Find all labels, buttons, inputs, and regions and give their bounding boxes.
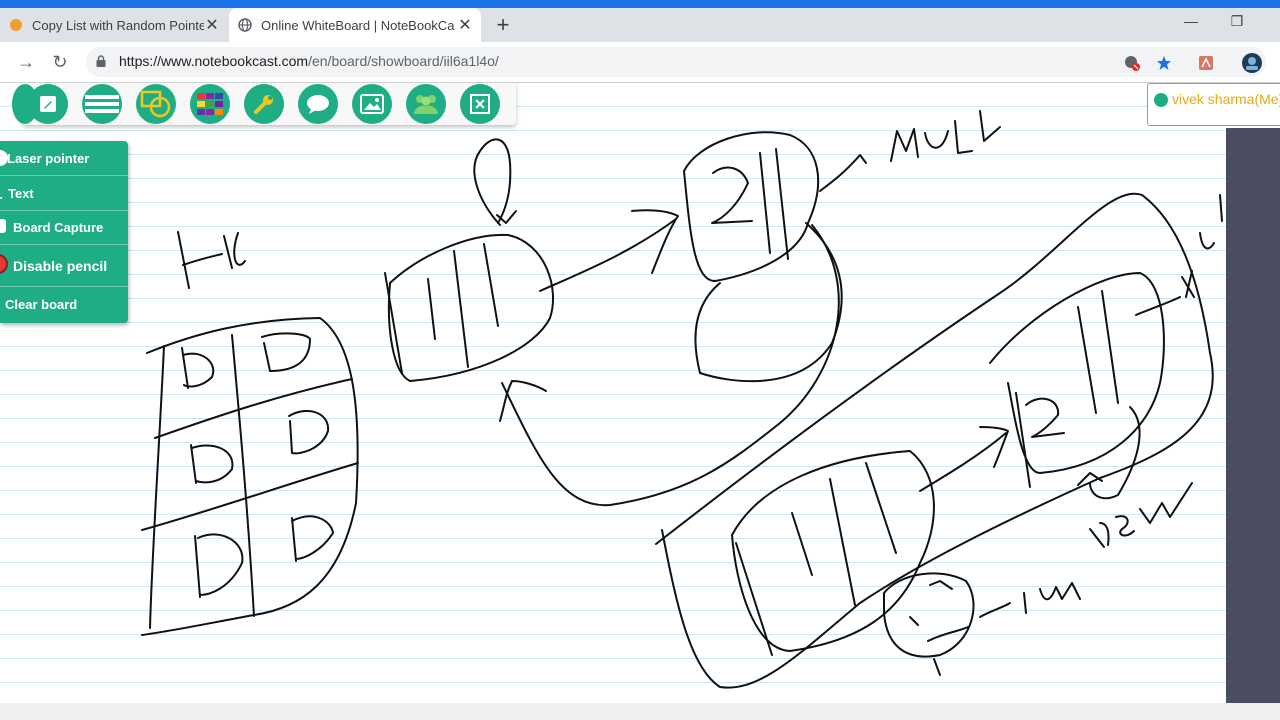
url-path: /en/board/showboard/iil6a1l4o/ <box>308 53 499 69</box>
tab-favicon-icon <box>8 17 24 33</box>
whiteboard-page: Laser pointer Text Board Capture Disable… <box>0 83 1280 703</box>
profile-avatar-icon[interactable] <box>1242 53 1262 73</box>
right-side-panel <box>1226 128 1280 703</box>
image-icon <box>360 94 384 114</box>
forward-icon[interactable]: → <box>14 50 38 74</box>
chat-tool-button[interactable] <box>298 84 338 124</box>
disable-pencil-label: Disable pencil <box>13 257 108 274</box>
laser-pointer-label: Laser pointer <box>7 150 90 166</box>
clear-board-item[interactable]: Clear board <box>0 287 128 321</box>
text-icon <box>0 189 2 199</box>
users-icon <box>414 95 438 114</box>
whiteboard-toolbar <box>12 83 516 125</box>
users-tool-button[interactable] <box>406 84 446 124</box>
new-tab-button[interactable]: + <box>490 12 516 38</box>
pencil-tool-button[interactable] <box>28 84 68 124</box>
text-label: Text <box>8 185 34 201</box>
tab-copy-list[interactable]: Copy List with Random Pointer - ✕ <box>0 8 228 42</box>
lock-icon <box>96 55 106 67</box>
close-tool-button[interactable] <box>460 84 500 124</box>
settings-tool-button[interactable] <box>244 84 284 124</box>
bottom-bar <box>0 703 1280 720</box>
shapes-icon <box>140 90 171 118</box>
minimize-button[interactable]: — <box>1176 10 1206 32</box>
image-tool-button[interactable] <box>352 84 392 124</box>
bookmark-star-icon[interactable] <box>1154 54 1174 72</box>
pdf-icon[interactable] <box>1196 54 1216 72</box>
board-capture-item[interactable]: Board Capture <box>0 210 128 245</box>
pencil-icon <box>40 96 56 112</box>
line-width-tool-button[interactable] <box>82 84 122 124</box>
lines-icon <box>85 95 119 113</box>
url-text[interactable]: https://www.notebookcast.com/en/board/sh… <box>119 53 499 69</box>
shapes-tool-button[interactable] <box>136 84 176 124</box>
side-menu: Laser pointer Text Board Capture Disable… <box>0 141 128 323</box>
pencil-off-icon <box>0 254 8 274</box>
text-item[interactable]: Text <box>0 176 128 211</box>
tab-close-icon[interactable]: ✕ <box>204 15 220 35</box>
online-status-icon <box>1154 93 1168 107</box>
restore-button[interactable]: ❐ <box>1222 10 1252 32</box>
user-badge[interactable]: vivek sharma(Me) <box>1147 83 1280 126</box>
color-tool-button[interactable] <box>190 84 230 124</box>
tab-whiteboard[interactable]: Online WhiteBoard | NoteBookCa ✕ <box>229 8 481 42</box>
tab-title: Online WhiteBoard | NoteBookCa <box>261 17 455 33</box>
close-icon <box>470 94 490 114</box>
handwritten-drawing <box>141 110 1223 689</box>
chat-icon <box>307 95 329 114</box>
browser-top-accent <box>0 0 1280 8</box>
disable-pencil-item[interactable]: Disable pencil <box>0 245 128 287</box>
whiteboard-canvas[interactable] <box>0 83 1226 703</box>
tab-title: Copy List with Random Pointer - <box>32 17 204 33</box>
board-capture-label: Board Capture <box>13 219 104 235</box>
url-host: https://www.notebookcast.com <box>119 53 309 69</box>
translate-blocked-icon[interactable] <box>1122 54 1142 72</box>
globe-icon <box>237 17 253 33</box>
reload-icon[interactable]: ↻ <box>48 50 72 74</box>
wrench-icon <box>254 95 273 114</box>
user-name: vivek sharma(Me) <box>1172 91 1280 107</box>
camera-icon <box>0 219 6 233</box>
tab-close-icon[interactable]: ✕ <box>457 15 473 35</box>
palette-grid-icon <box>197 93 223 115</box>
laser-pointer-item[interactable]: Laser pointer <box>0 141 128 176</box>
address-bar[interactable]: https://www.notebookcast.com/en/board/sh… <box>86 47 1266 77</box>
clear-board-label: Clear board <box>5 296 78 312</box>
navigation-bar: → ↻ https://www.notebookcast.com/en/boar… <box>0 42 1280 83</box>
